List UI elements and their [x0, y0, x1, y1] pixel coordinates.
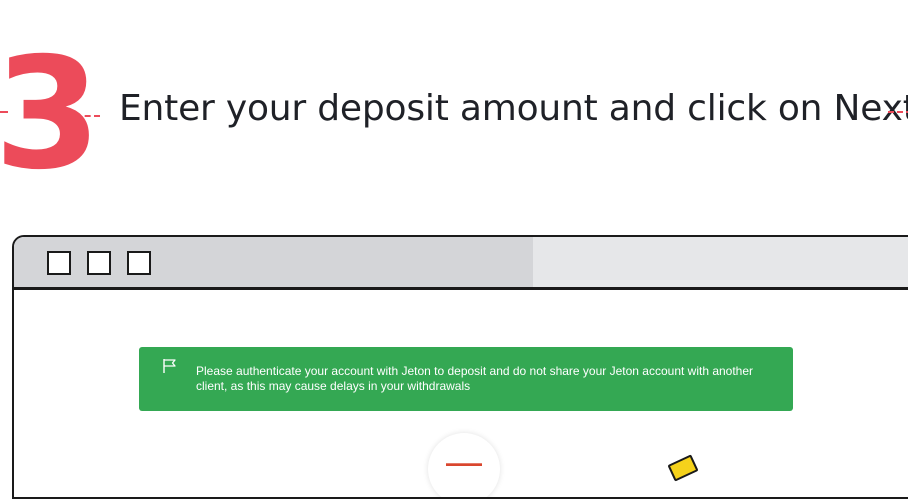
yellow-card-icon — [667, 454, 699, 482]
browser-window: Please authenticate your account with Je… — [12, 235, 908, 499]
alert-message: Please authenticate your account with Je… — [196, 364, 754, 393]
jeton-alert-banner: Please authenticate your account with Je… — [139, 347, 793, 411]
dash-right — [888, 111, 908, 113]
flag-icon — [162, 358, 178, 374]
payment-logo: ▬▬▬▬ — [428, 433, 500, 497]
titlebar-right-area — [533, 237, 908, 287]
window-control-1[interactable] — [47, 251, 71, 275]
payment-logo-text: ▬▬▬▬ — [446, 458, 482, 468]
window-control-2[interactable] — [87, 251, 111, 275]
dash-left — [66, 115, 100, 117]
window-control-3[interactable] — [127, 251, 151, 275]
dash-lead — [0, 111, 8, 113]
step-instruction: Enter your deposit amount and click on N… — [119, 88, 908, 129]
window-titlebar — [14, 237, 908, 290]
